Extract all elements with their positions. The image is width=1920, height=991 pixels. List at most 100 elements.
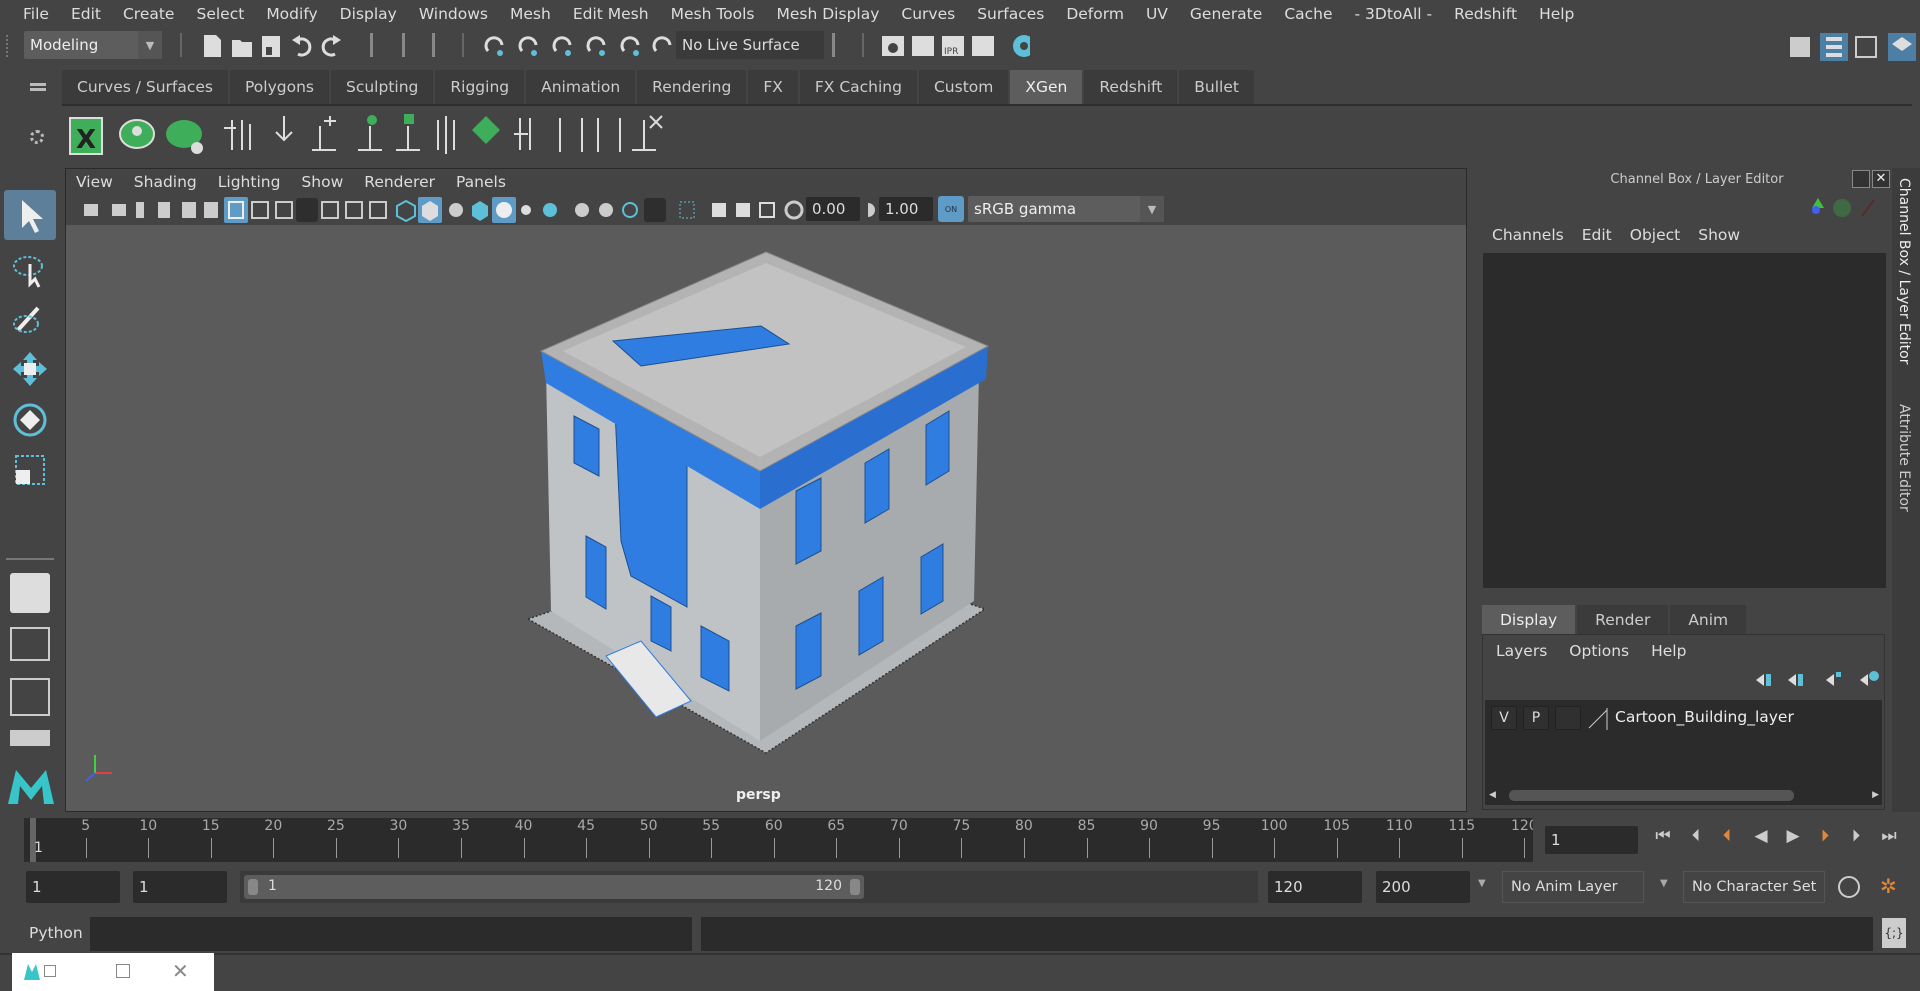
layer-tab-display[interactable]: Display <box>1482 605 1577 634</box>
channel-menu-edit[interactable]: Edit <box>1582 226 1612 244</box>
shelf-tab-redshift[interactable]: Redshift <box>1084 70 1179 104</box>
layer-name[interactable]: Cartoon_Building_layer <box>1615 708 1794 726</box>
close-panel-icon[interactable]: ✕ <box>1872 170 1890 188</box>
shelf-tab-polygons[interactable]: Polygons <box>230 70 331 104</box>
anim-layer-dropdown[interactable]: No Anim Layer <box>1502 871 1644 903</box>
shelf-tab-custom[interactable]: Custom <box>919 70 1010 104</box>
menu-edit-mesh[interactable]: Edit Mesh <box>562 5 660 23</box>
layer-visibility-toggle[interactable]: V <box>1491 706 1517 730</box>
menu-deform[interactable]: Deform <box>1055 5 1135 23</box>
scrollbar-thumb[interactable] <box>1509 790 1794 801</box>
snap-icons[interactable] <box>482 31 672 61</box>
current-frame-field[interactable]: 1 <box>1545 826 1638 854</box>
select-tool[interactable] <box>4 190 56 240</box>
go-to-end-button[interactable]: ⏭ <box>1878 826 1900 852</box>
menu-select[interactable]: Select <box>185 5 255 23</box>
outliner-layout-icon[interactable] <box>10 678 50 716</box>
character-set-dropdown[interactable]: No Character Set <box>1683 871 1825 903</box>
3d-viewport[interactable]: persp <box>66 225 1466 811</box>
animation-end-field[interactable]: 200 <box>1376 871 1470 903</box>
tab-attribute-editor[interactable]: Attribute Editor <box>1896 404 1912 512</box>
mode-dropdown[interactable]: Modeling▼ <box>24 31 162 59</box>
panel-menu-shading[interactable]: Shading <box>134 173 197 191</box>
range-slider-bar[interactable]: 1 120 <box>244 875 864 899</box>
range-slider-track[interactable]: 1 120 <box>240 871 1258 903</box>
play-backward-button[interactable]: ◀ <box>1750 826 1772 852</box>
step-forward-key-button[interactable]: ⏵ <box>1845 826 1867 852</box>
panel-menu-lighting[interactable]: Lighting <box>218 173 281 191</box>
range-start-handle[interactable] <box>248 879 258 895</box>
layer-menu-help[interactable]: Help <box>1651 642 1686 660</box>
anim-layer-chevron-icon[interactable]: ▼ <box>1478 878 1486 889</box>
panel-menu-renderer[interactable]: Renderer <box>364 173 435 191</box>
transform-tools[interactable] <box>8 250 54 550</box>
menu-display[interactable]: Display <box>329 5 408 23</box>
gamma-field[interactable]: 1.00 <box>879 197 933 221</box>
command-input[interactable] <box>90 917 692 951</box>
panel-menu-show[interactable]: Show <box>301 173 343 191</box>
menu-surfaces[interactable]: Surfaces <box>966 5 1055 23</box>
shelf-tab-sculpting[interactable]: Sculpting <box>331 70 435 104</box>
menu-create[interactable]: Create <box>112 5 186 23</box>
auto-key-icon[interactable] <box>1838 876 1860 898</box>
channel-box-icons[interactable] <box>1802 194 1892 220</box>
animation-preferences-icon[interactable]: ✲ <box>1880 874 1897 898</box>
layer-menu-layers[interactable]: Layers <box>1496 642 1547 660</box>
step-forward-frame-button[interactable]: ⏵ <box>1814 826 1836 852</box>
menu-cache[interactable]: Cache <box>1273 5 1343 23</box>
menu-edit[interactable]: Edit <box>60 5 112 23</box>
shelf-tab-animation[interactable]: Animation <box>526 70 637 104</box>
workspace-icons[interactable] <box>1786 31 1920 61</box>
menu-curves[interactable]: Curves <box>890 5 966 23</box>
tab-channel-box[interactable]: Channel Box / Layer Editor <box>1896 178 1912 364</box>
step-back-frame-button[interactable]: ⏴ <box>1716 826 1738 852</box>
time-slider[interactable]: 1 51015202530354045505560657075808590951… <box>24 818 1533 862</box>
menu-3dtoall[interactable]: - 3DtoAll - <box>1344 5 1444 23</box>
restore-icon[interactable] <box>44 965 56 977</box>
menu-uv[interactable]: UV <box>1135 5 1179 23</box>
layer-color-icon[interactable] <box>1587 706 1611 730</box>
character-set-chevron-icon[interactable]: ▼ <box>1660 878 1668 889</box>
exposure-field[interactable]: 0.00 <box>806 197 860 221</box>
single-view-layout-icon[interactable] <box>10 573 50 613</box>
layer-buttons[interactable] <box>1742 668 1882 692</box>
shelf-menu-icon[interactable] <box>30 83 46 86</box>
layout-options-icon[interactable] <box>10 730 50 746</box>
menu-mesh[interactable]: Mesh <box>499 5 562 23</box>
four-view-layout-icon[interactable] <box>10 627 50 661</box>
panel-menu-view[interactable]: View <box>76 173 113 191</box>
layer-playback-toggle[interactable]: P <box>1523 706 1549 730</box>
go-to-start-button[interactable]: ⏮ <box>1652 826 1674 852</box>
shelf-tab-xgen[interactable]: XGen <box>1010 70 1084 104</box>
range-end-handle[interactable] <box>850 879 860 895</box>
view-transform-dropdown[interactable]: sRGB gamma▼ <box>968 196 1164 222</box>
menu-generate[interactable]: Generate <box>1179 5 1273 23</box>
layer-display-type-toggle[interactable] <box>1555 706 1581 730</box>
close-icon[interactable]: ✕ <box>172 959 189 983</box>
script-editor-icon[interactable]: {;} <box>1882 918 1906 948</box>
shelf-tab-curves-surfaces[interactable]: Curves / Surfaces <box>62 70 230 104</box>
menu-help[interactable]: Help <box>1528 5 1585 23</box>
float-panel-icon[interactable] <box>1852 170 1870 188</box>
maximize-icon[interactable] <box>116 964 130 978</box>
shelf-tab-rendering[interactable]: Rendering <box>637 70 748 104</box>
shelf-tab-rigging[interactable]: Rigging <box>435 70 526 104</box>
shelf-settings-gear-icon[interactable] <box>30 130 44 144</box>
menu-file[interactable]: File <box>12 5 60 23</box>
xgen-shelf-icons[interactable]: X <box>62 106 762 162</box>
menu-redshift[interactable]: Redshift <box>1443 5 1528 23</box>
color-management-toggle[interactable]: ON <box>938 196 964 222</box>
drag-handle[interactable] <box>6 35 12 57</box>
layer-menu-options[interactable]: Options <box>1569 642 1629 660</box>
live-surface-field[interactable]: No Live Surface <box>676 31 824 59</box>
channel-menu-object[interactable]: Object <box>1630 226 1680 244</box>
channel-menu-show[interactable]: Show <box>1698 226 1740 244</box>
layer-list-hscrollbar[interactable]: ◀ ▶ <box>1489 788 1879 802</box>
step-back-key-button[interactable]: ⏴ <box>1685 826 1707 852</box>
render-icons[interactable]: IPR <box>880 32 1030 60</box>
menu-modify[interactable]: Modify <box>255 5 328 23</box>
menu-mesh-display[interactable]: Mesh Display <box>766 5 891 23</box>
layer-tab-anim[interactable]: Anim <box>1670 605 1748 634</box>
channel-menu-channels[interactable]: Channels <box>1492 226 1564 244</box>
animation-start-field[interactable]: 1 <box>26 871 120 903</box>
